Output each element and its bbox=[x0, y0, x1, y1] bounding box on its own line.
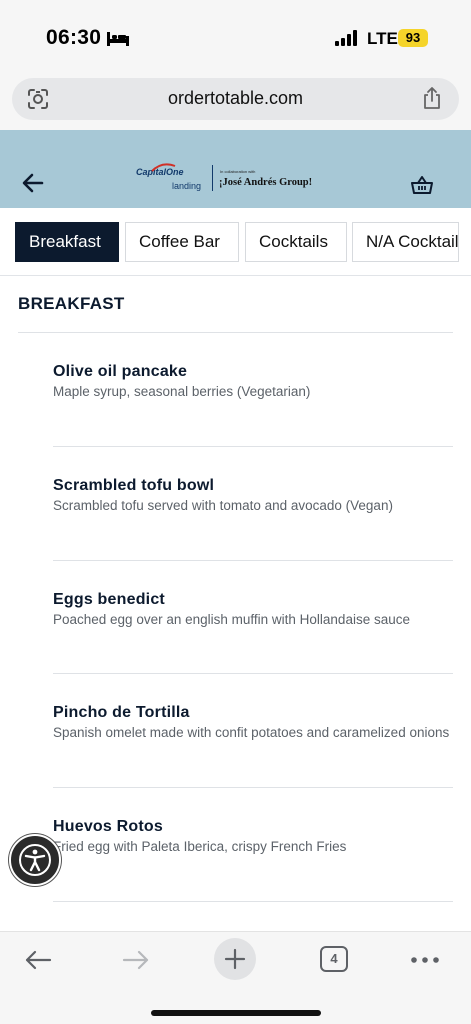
page: 06:30 LTE 93 ordertotable.com CapitalOne… bbox=[0, 0, 471, 1024]
url-text[interactable]: ordertotable.com bbox=[12, 88, 459, 109]
browser-address-area: ordertotable.com bbox=[0, 72, 471, 130]
item-name: Eggs benedict bbox=[53, 591, 165, 608]
item-name: Pincho de Tortilla bbox=[53, 704, 190, 721]
item-divider bbox=[53, 673, 453, 674]
menu-item[interactable]: Olive oil pancake Maple syrup, seasonal … bbox=[53, 363, 453, 399]
logo-landing: landing bbox=[172, 181, 202, 191]
status-bar: 06:30 LTE 93 bbox=[0, 0, 471, 72]
item-description: Maple syrup, seasonal berries (Vegetaria… bbox=[53, 384, 311, 399]
more-icon[interactable] bbox=[410, 956, 440, 964]
tab-cocktails[interactable]: Cocktails bbox=[245, 222, 347, 262]
bed-icon bbox=[107, 32, 129, 46]
battery-indicator: 93 bbox=[398, 29, 428, 47]
accessibility-button[interactable] bbox=[9, 834, 61, 886]
browser-toolbar: 4 bbox=[0, 931, 471, 1024]
tab-na-cocktails[interactable]: N/A Cocktails bbox=[352, 222, 459, 262]
back-arrow-icon[interactable] bbox=[22, 173, 44, 193]
item-description: Fried egg with Paleta Iberica, crispy Fr… bbox=[53, 839, 347, 854]
category-tabs: Breakfast Coffee Bar Cocktails N/A Cockt… bbox=[0, 208, 471, 276]
menu-item[interactable]: Pincho de Tortilla Spanish omelet made w… bbox=[53, 704, 453, 740]
share-icon[interactable] bbox=[422, 86, 442, 110]
item-divider bbox=[53, 446, 453, 447]
status-time: 06:30 bbox=[46, 26, 102, 49]
tab-coffee-bar[interactable]: Coffee Bar bbox=[125, 222, 239, 262]
item-divider bbox=[53, 560, 453, 561]
home-indicator bbox=[151, 1010, 321, 1016]
item-description: Spanish omelet made with confit potatoes… bbox=[53, 725, 450, 740]
menu-item[interactable]: Huevos Rotos Fried egg with Paleta Iberi… bbox=[53, 818, 453, 854]
section-divider bbox=[18, 332, 453, 333]
item-description: Poached egg over an english muffin with … bbox=[53, 612, 410, 627]
accessibility-icon bbox=[19, 844, 51, 876]
item-name: Scrambled tofu bowl bbox=[53, 477, 215, 494]
tab-breakfast[interactable]: Breakfast bbox=[15, 222, 119, 262]
logo-divider bbox=[212, 165, 213, 191]
forward-icon[interactable] bbox=[122, 949, 150, 971]
logo-group: ¡José Andrés Group! bbox=[219, 177, 313, 188]
logo[interactable]: CapitalOne landing In collaboration with… bbox=[136, 163, 320, 195]
item-name: Huevos Rotos bbox=[53, 818, 163, 835]
item-divider bbox=[53, 901, 453, 902]
logo-swoosh-icon bbox=[151, 163, 176, 172]
item-description: Scrambled tofu served with tomato and av… bbox=[53, 498, 393, 513]
item-divider bbox=[53, 787, 453, 788]
back-icon[interactable] bbox=[24, 949, 52, 971]
menu-item[interactable]: Eggs benedict Poached egg over an englis… bbox=[53, 591, 453, 627]
logo-collab-text: In collaboration with bbox=[220, 169, 256, 174]
plus-icon bbox=[224, 948, 246, 970]
item-name: Olive oil pancake bbox=[53, 363, 188, 380]
new-tab-button[interactable] bbox=[214, 938, 256, 980]
basket-icon[interactable] bbox=[411, 175, 433, 195]
tab-count-button[interactable]: 4 bbox=[320, 946, 348, 972]
menu-item[interactable]: Scrambled tofu bowl Scrambled tofu serve… bbox=[53, 477, 453, 513]
signal-icon bbox=[335, 30, 357, 46]
site-header: CapitalOne landing In collaboration with… bbox=[0, 130, 471, 208]
section-title: BREAKFAST bbox=[18, 294, 125, 313]
address-bar[interactable]: ordertotable.com bbox=[12, 78, 459, 120]
network-label: LTE bbox=[367, 29, 398, 48]
